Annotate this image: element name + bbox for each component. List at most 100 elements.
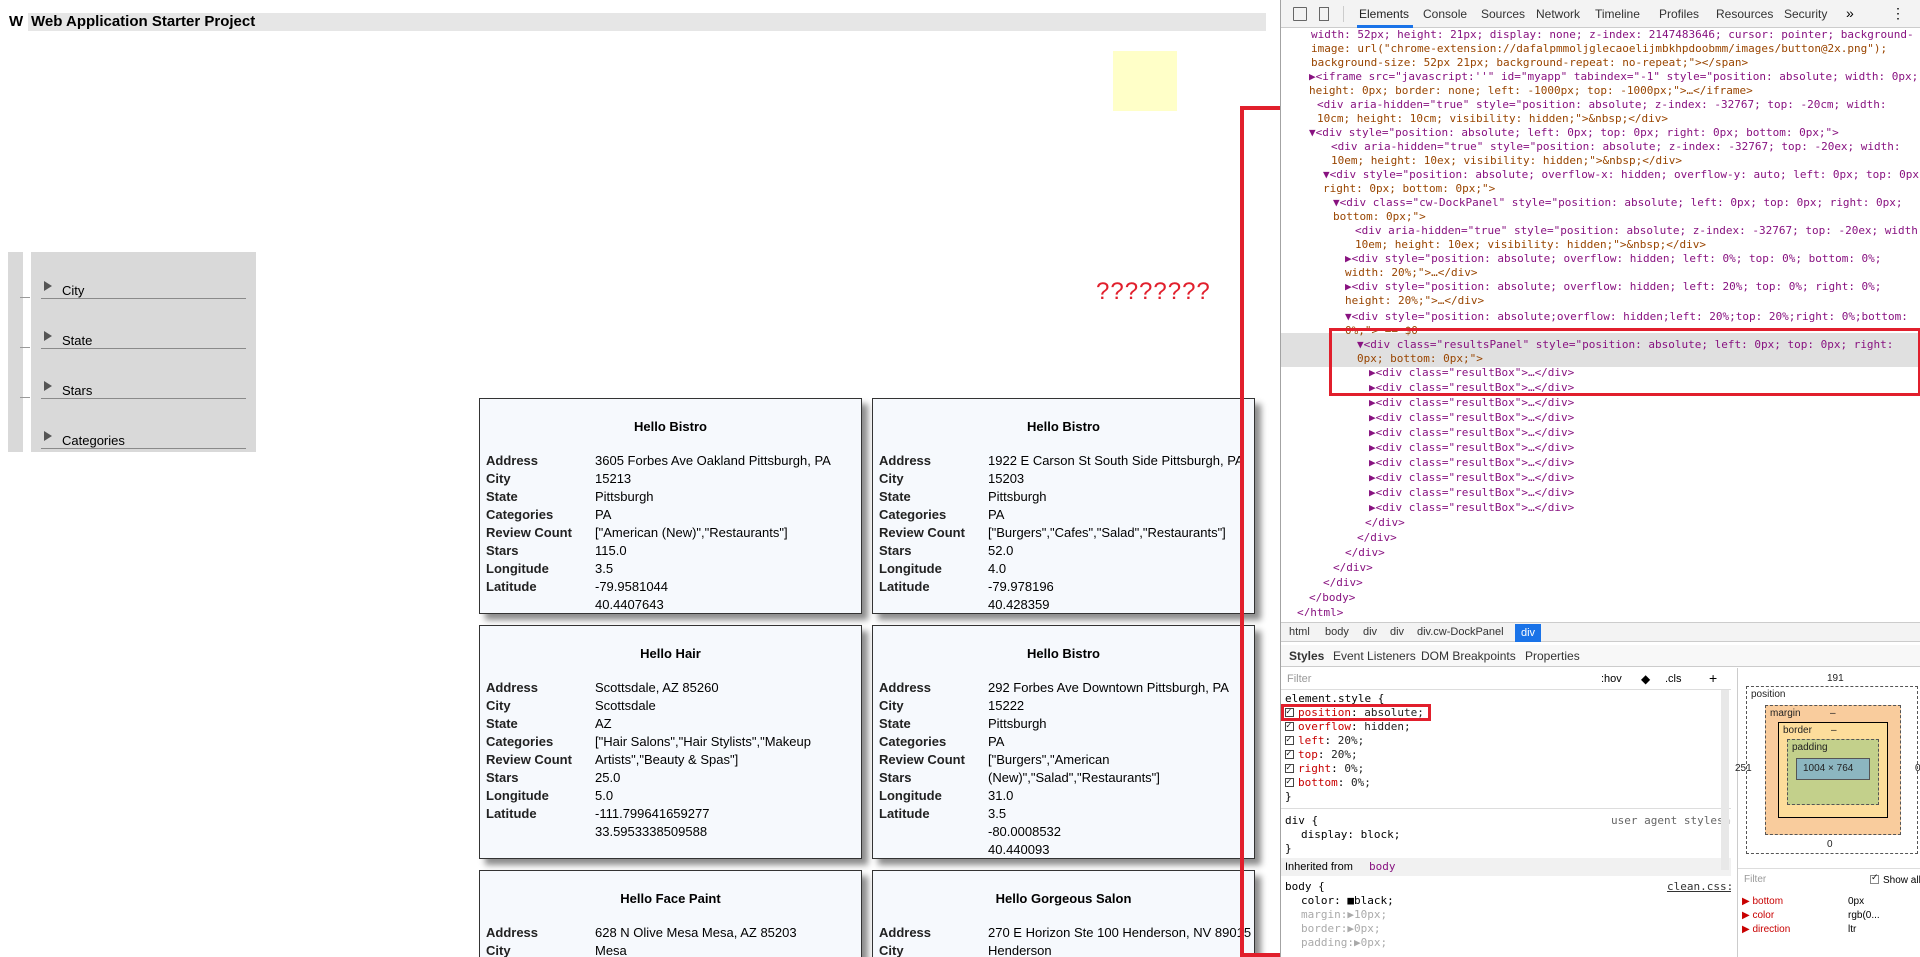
filter-categories[interactable]: Categories [41, 427, 246, 449]
dom-line[interactable]: ▶<div style="position: absolute; overflo… [1345, 280, 1881, 294]
breadcrumb-item-selected[interactable]: div [1515, 624, 1542, 642]
color-format-icon[interactable]: ◆ [1641, 672, 1650, 686]
dom-line[interactable]: </body> [1309, 591, 1355, 605]
dom-line[interactable]: </div> [1333, 561, 1373, 575]
prop-name: overflow [1298, 720, 1351, 733]
dom-line[interactable]: <div aria-hidden="true" style="position:… [1355, 224, 1920, 238]
inspect-icon[interactable] [1293, 7, 1307, 21]
breadcrumb-item[interactable]: div [1390, 626, 1404, 638]
computed-item[interactable]: ▶ direction [1742, 924, 1790, 935]
tab-properties[interactable]: Properties [1525, 649, 1580, 663]
styles-scrollbar[interactable] [1721, 690, 1729, 870]
rule-close: } [1285, 790, 1292, 803]
dom-line[interactable]: background-size: 52px 21px; background-r… [1311, 56, 1748, 70]
tab-sources[interactable]: Sources [1481, 7, 1525, 21]
dom-line[interactable]: ▼<div style="position: absolute; left: 0… [1309, 126, 1839, 140]
dom-line[interactable]: 10em; height: 10ex; visibility: hidden;"… [1331, 154, 1682, 168]
checkbox-icon[interactable] [1285, 775, 1294, 789]
filter-city[interactable]: City [41, 277, 246, 299]
breadcrumb-item[interactable]: body [1325, 626, 1349, 638]
dom-line[interactable]: </div> [1323, 576, 1363, 590]
tab-profiles[interactable]: Profiles [1659, 7, 1699, 21]
style-prop-row[interactable]: overflow: hidden; [1285, 719, 1411, 734]
tab-timeline[interactable]: Timeline [1595, 7, 1640, 21]
computed-item[interactable]: ▶ bottom [1742, 896, 1783, 907]
style-prop-row[interactable]: left: 20%; [1285, 733, 1364, 748]
dom-line[interactable]: ▶<div class="resultBox">…</div> [1369, 411, 1574, 425]
checkbox-icon[interactable] [1870, 872, 1879, 884]
dom-line[interactable]: </html> [1297, 606, 1343, 616]
tab-event-listeners[interactable]: Event Listeners [1333, 649, 1416, 663]
breadcrumb-item[interactable]: div [1363, 626, 1377, 638]
tabs-overflow-icon[interactable]: » [1846, 5, 1854, 21]
triangle-right-icon [44, 431, 52, 441]
tab-network[interactable]: Network [1536, 7, 1580, 21]
dom-line[interactable]: <div aria-hidden="true" style="position:… [1317, 98, 1887, 112]
rule-source-link[interactable]: clean.css:13 [1667, 880, 1731, 894]
dom-line[interactable]: ▶<div class="resultBox">…</div> [1369, 486, 1574, 500]
dom-line[interactable]: ▶<iframe src="javascript:''" id="myapp" … [1309, 70, 1918, 84]
dom-line[interactable]: </div> [1357, 531, 1397, 545]
style-prop-row[interactable]: bottom: 0%; [1285, 775, 1371, 790]
tab-dom-breakpoints[interactable]: DOM Breakpoints [1421, 649, 1516, 663]
dom-line[interactable]: right: 0px; bottom: 0px;"> [1323, 182, 1495, 196]
computed-prop-name: bottom [1752, 896, 1784, 907]
dom-line[interactable]: ▶<div class="resultBox">…</div> [1369, 426, 1574, 440]
filter-state[interactable]: State [41, 327, 246, 349]
card-label: Categories [879, 507, 947, 522]
tab-security[interactable]: Security [1784, 7, 1827, 21]
dom-line[interactable]: width: 20%;">…</div> [1345, 266, 1477, 280]
dom-line[interactable]: ▼<div class="cw-DockPanel" style="positi… [1333, 196, 1903, 210]
rule-close: } [1285, 842, 1292, 855]
style-prop-row[interactable]: top: 20%; [1285, 747, 1358, 762]
dom-line[interactable]: ▶<div class="resultBox">…</div> [1369, 501, 1574, 515]
device-toggle-icon[interactable] [1319, 7, 1329, 21]
style-prop-row[interactable]: right: 0%; [1285, 761, 1364, 776]
dom-line[interactable]: ▶<div class="resultBox">…</div> [1369, 396, 1574, 410]
dom-line[interactable]: </div> [1365, 516, 1405, 530]
dom-line[interactable]: ▶<div style="position: absolute; overflo… [1345, 252, 1881, 266]
dom-line[interactable]: ▶<div class="resultBox">…</div> [1369, 441, 1574, 455]
dom-line[interactable]: image: url("chrome-extension://dafalpmmo… [1311, 42, 1887, 56]
show-all-checkbox[interactable]: Show all [1870, 872, 1920, 886]
inherited-label: Inherited from [1285, 861, 1353, 873]
dom-line[interactable]: ▼<div style="position: absolute; overflo… [1323, 168, 1920, 182]
tab-resources[interactable]: Resources [1716, 7, 1773, 21]
checkbox-icon[interactable] [1285, 733, 1294, 747]
filter-stars[interactable]: Stars [41, 377, 246, 399]
dom-line[interactable]: <div aria-hidden="true" style="position:… [1331, 140, 1901, 154]
card-label: Longitude [486, 561, 549, 576]
card-label: Longitude [879, 561, 942, 576]
dom-line[interactable]: height: 0px; border: none; left: -1000px… [1309, 84, 1753, 98]
checkbox-icon[interactable] [1285, 719, 1294, 733]
add-rule-button[interactable]: + [1709, 670, 1717, 686]
card-label: Longitude [879, 788, 942, 803]
card-value: 33.5953338509588 [595, 824, 708, 839]
styles-filter-input[interactable]: Filter [1287, 673, 1311, 685]
dom-line[interactable]: 10cm; height: 10cm; visibility: hidden;"… [1317, 112, 1668, 126]
card-value: 31.0 [988, 788, 1014, 803]
checkbox-icon[interactable] [1285, 747, 1294, 761]
computed-filter-input[interactable]: Filter [1744, 874, 1766, 885]
inherited-tag[interactable]: body [1369, 860, 1396, 874]
card-value: 628 N Olive Mesa Mesa, AZ 85203 [595, 925, 797, 940]
card-label: Latitude [486, 579, 537, 594]
dom-line[interactable]: ▶<div class="resultBox">…</div> [1369, 471, 1574, 485]
computed-item[interactable]: ▶ color [1742, 910, 1774, 921]
dom-line[interactable]: width: 52px; height: 21px; display: none… [1311, 28, 1914, 42]
breadcrumb-item[interactable]: div.cw-DockPanel [1417, 626, 1504, 638]
tab-styles[interactable]: Styles [1289, 649, 1324, 663]
dom-line[interactable]: height: 20%;">…</div> [1345, 294, 1484, 308]
dom-line[interactable]: </div> [1345, 546, 1385, 560]
kebab-menu-icon[interactable]: ⋮ [1891, 5, 1905, 22]
hov-toggle[interactable]: :hov [1601, 673, 1622, 685]
tab-console[interactable]: Console [1423, 7, 1467, 21]
cls-toggle[interactable]: .cls [1665, 673, 1682, 685]
breadcrumb-item[interactable]: html [1289, 626, 1310, 638]
checkbox-icon[interactable] [1285, 761, 1294, 775]
dom-line[interactable]: bottom: 0px;"> [1333, 210, 1426, 224]
dom-line[interactable]: ▼<div style="position: absolute;overflow… [1345, 310, 1908, 324]
dom-line[interactable]: ▶<div class="resultBox">…</div> [1369, 456, 1574, 470]
dom-line[interactable]: 10em; height: 10ex; visibility: hidden;"… [1355, 238, 1706, 252]
tab-elements[interactable]: Elements [1359, 7, 1409, 21]
